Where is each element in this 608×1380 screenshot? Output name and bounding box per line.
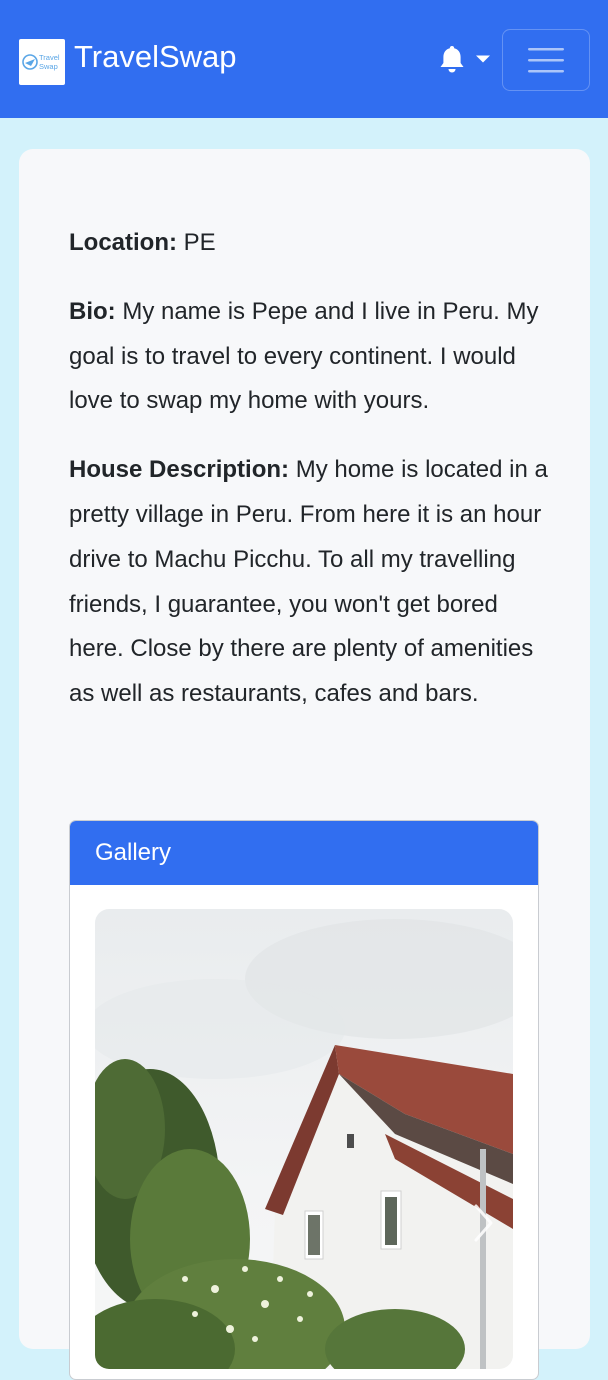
bio-label: Bio: <box>69 297 116 325</box>
logo-line-2: Swap <box>39 62 58 71</box>
logo-mark-icon: Travel Swap <box>22 53 60 71</box>
bio-row: Bio: My name is Pepe and I live in Peru.… <box>69 290 549 424</box>
brand-name[interactable]: TravelSwap <box>74 38 237 76</box>
location-value: PE <box>183 229 216 256</box>
bell-icon[interactable] <box>438 44 466 74</box>
gallery-photo[interactable] <box>95 909 513 1369</box>
hamburger-icon <box>528 48 564 73</box>
location-label: Location: <box>69 229 177 256</box>
navbar: Travel Swap TravelSwap <box>0 0 608 118</box>
bio-value: My name is Pepe and I live in Peru. My g… <box>69 297 539 415</box>
gallery-card: Gallery <box>69 820 539 1380</box>
brand-logo[interactable]: Travel Swap <box>19 39 65 85</box>
gallery-title: Gallery <box>70 821 538 885</box>
chevron-right-icon[interactable] <box>473 1203 495 1243</box>
caret-down-icon[interactable] <box>475 54 491 64</box>
profile-card: Location: PE Bio: My name is Pepe and I … <box>19 149 590 1380</box>
logo-line-1: Travel <box>39 53 60 62</box>
house-photo-image <box>95 909 513 1369</box>
location-row: Location: PE <box>69 221 549 266</box>
menu-toggle-button[interactable] <box>502 29 590 91</box>
house-description-label: House Description: <box>69 456 290 484</box>
house-description-value: My home is located in a pretty village i… <box>69 456 548 708</box>
house-description-row: House Description: My home is located in… <box>69 448 549 717</box>
profile-info: Location: PE Bio: My name is Pepe and I … <box>69 221 549 741</box>
